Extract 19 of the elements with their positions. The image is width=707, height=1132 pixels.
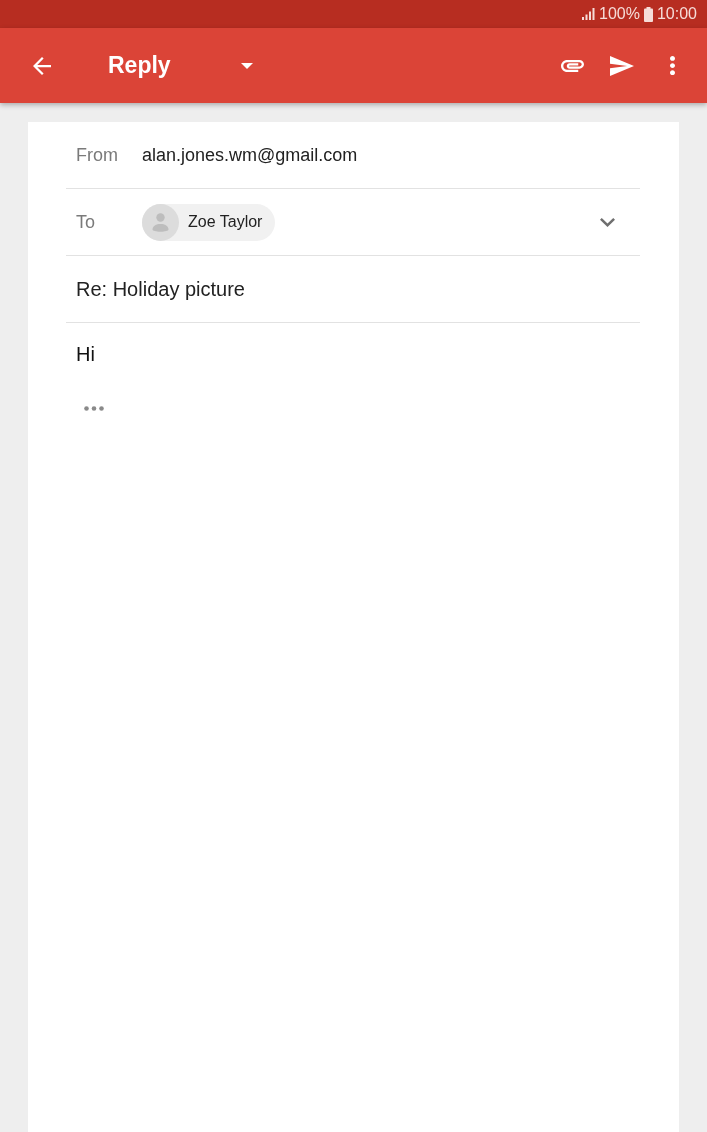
paperclip-icon bbox=[560, 59, 584, 72]
caret-down-icon bbox=[241, 62, 253, 69]
battery-percentage: 100% bbox=[599, 5, 640, 23]
send-icon bbox=[610, 55, 634, 76]
recipient-chip[interactable]: Zoe Taylor bbox=[142, 203, 276, 241]
message-body-field[interactable]: Hi bbox=[66, 323, 640, 366]
show-quoted-text-icon[interactable] bbox=[84, 406, 104, 411]
more-vertical-icon bbox=[669, 56, 675, 75]
sender-address[interactable]: alan.jones.wm@gmail.com bbox=[142, 144, 358, 166]
to-label: To bbox=[76, 211, 96, 233]
signal-icon bbox=[582, 8, 596, 20]
from-label: From bbox=[76, 144, 119, 166]
person-avatar-icon bbox=[142, 203, 179, 241]
back-arrow-icon bbox=[33, 56, 51, 75]
subject-field[interactable]: Re: Holiday picture bbox=[76, 277, 245, 301]
reply-mode-dropdown[interactable]: Reply bbox=[108, 41, 253, 90]
clock-time: 10:00 bbox=[656, 5, 697, 23]
chevron-icon bbox=[599, 217, 615, 227]
battery-icon bbox=[643, 6, 653, 22]
